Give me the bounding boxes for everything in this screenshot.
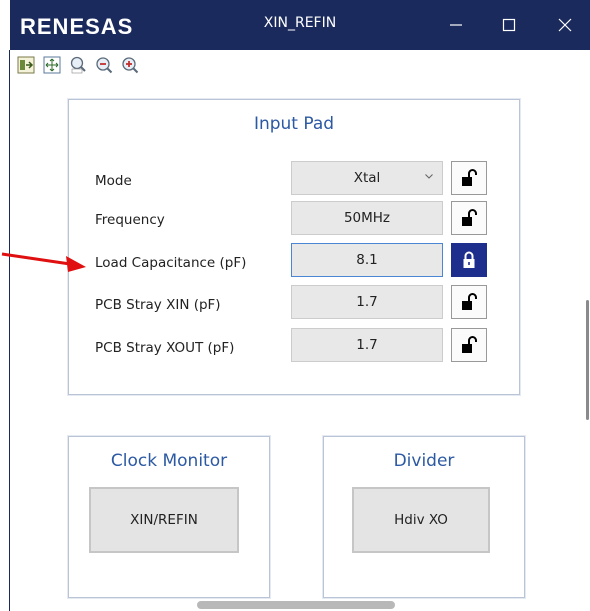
mode-label: Mode — [95, 173, 132, 189]
close-icon — [558, 18, 572, 32]
input-pad-panel: Input Pad Mode Xtal Frequency 50MHz Load… — [68, 99, 520, 395]
title-bar: RENESAS XIN_REFIN — [10, 0, 590, 50]
renesas-logo: RENESAS — [20, 14, 134, 39]
close-button[interactable] — [542, 0, 588, 50]
maximize-button[interactable] — [486, 0, 532, 50]
unlocked-padlock-icon — [462, 169, 477, 186]
divider-title: Divider — [393, 451, 455, 471]
zoom-100-button[interactable] — [68, 55, 88, 75]
hdiv-xo-button[interactable]: Hdiv XO — [352, 487, 490, 553]
export-icon — [17, 56, 35, 74]
mode-select[interactable]: Xtal — [291, 161, 443, 195]
vertical-scrollbar[interactable] — [586, 300, 589, 420]
maximize-icon — [502, 18, 516, 32]
minimize-button[interactable] — [433, 0, 479, 50]
divider-panel: Divider Hdiv XO — [323, 436, 525, 598]
zoom-out-icon — [96, 57, 113, 74]
clock-monitor-title: Clock Monitor — [110, 451, 228, 471]
load-capacitance-label: Load Capacitance (pF) — [95, 255, 247, 271]
export-button[interactable] — [16, 55, 36, 75]
zoom-in-button[interactable] — [120, 55, 140, 75]
load-capacitance-lock-button[interactable] — [451, 243, 487, 277]
mode-value: Xtal — [353, 170, 381, 186]
pcb-stray-xin-label: PCB Stray XIN (pF) — [95, 297, 221, 313]
window-title: XIN_REFIN — [263, 15, 337, 31]
zoom-out-button[interactable] — [94, 55, 114, 75]
fit-to-window-icon — [43, 56, 61, 74]
frequency-field[interactable]: 50MHz — [291, 201, 443, 235]
unlocked-padlock-icon — [462, 336, 477, 353]
toolbar — [10, 50, 590, 80]
input-pad-title: Input Pad — [253, 114, 335, 134]
locked-padlock-icon — [463, 251, 475, 268]
pcb-stray-xout-field[interactable]: 1.7 — [291, 328, 443, 362]
zoom-100-icon — [70, 56, 86, 74]
horizontal-scrollbar[interactable] — [197, 601, 395, 609]
xin-refin-button[interactable]: XIN/REFIN — [89, 487, 239, 553]
pcb-stray-xin-lock-button[interactable] — [451, 285, 487, 319]
zoom-in-icon — [122, 57, 139, 74]
unlocked-padlock-icon — [462, 293, 477, 310]
chevron-down-icon — [424, 171, 434, 184]
annotation-arrow — [1, 252, 86, 272]
frequency-lock-button[interactable] — [451, 201, 487, 235]
unlocked-padlock-icon — [462, 209, 477, 226]
pcb-stray-xout-lock-button[interactable] — [451, 328, 487, 362]
fit-to-window-button[interactable] — [42, 55, 62, 75]
load-capacitance-value: 8.1 — [356, 252, 378, 268]
pcb-stray-xin-field[interactable]: 1.7 — [291, 285, 443, 319]
pcb-stray-xin-value: 1.7 — [356, 294, 378, 310]
pcb-stray-xout-value: 1.7 — [356, 337, 378, 353]
mode-lock-button[interactable] — [451, 161, 487, 195]
frequency-value: 50MHz — [343, 210, 391, 226]
load-capacitance-field[interactable]: 8.1 — [291, 243, 443, 277]
minimize-icon — [450, 24, 462, 26]
clock-monitor-panel: Clock Monitor XIN/REFIN — [68, 436, 270, 598]
pcb-stray-xout-label: PCB Stray XOUT (pF) — [95, 340, 235, 356]
window-left-border — [9, 50, 10, 611]
frequency-label: Frequency — [95, 212, 165, 228]
